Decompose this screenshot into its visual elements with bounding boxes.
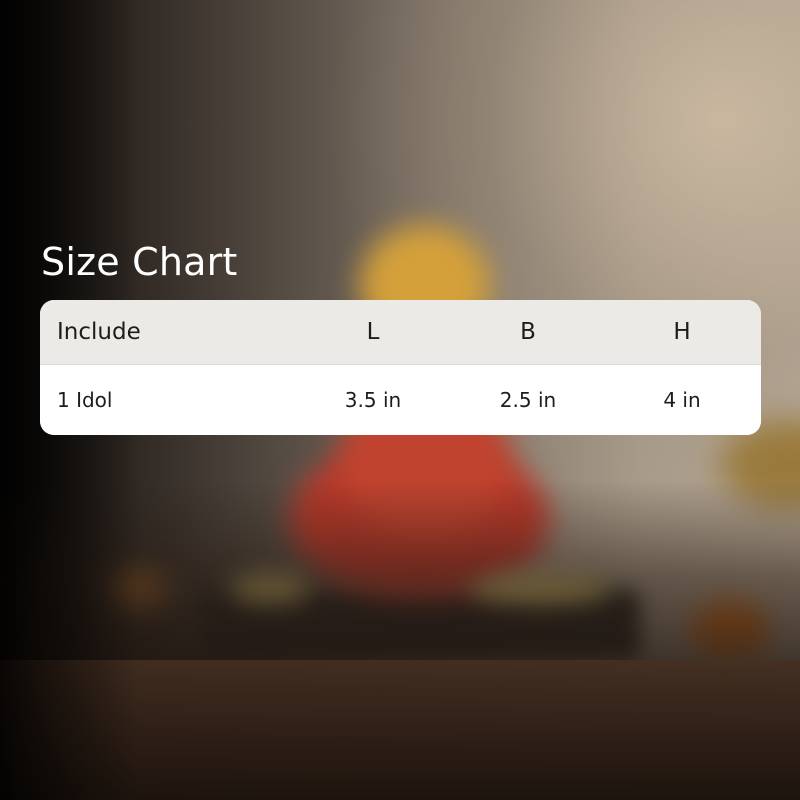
table-row: 1 Idol 3.5 in 2.5 in 4 in xyxy=(40,365,761,435)
column-header-breadth: B xyxy=(520,319,536,345)
column-header-include: Include xyxy=(57,319,141,345)
size-chart-title: Size Chart xyxy=(41,240,238,284)
size-chart-table: Include L B H 1 Idol 3.5 in 2.5 in 4 in xyxy=(40,300,761,435)
cell-height: 4 in xyxy=(663,388,701,412)
table-header-row: Include L B H xyxy=(40,300,761,365)
cell-include: 1 Idol xyxy=(57,388,113,412)
column-header-length: L xyxy=(366,319,380,345)
column-header-height: H xyxy=(673,319,691,345)
cell-length: 3.5 in xyxy=(344,388,402,412)
cell-breadth: 2.5 in xyxy=(499,388,557,412)
background-photo: Size Chart Include L B H 1 Idol 3.5 in 2… xyxy=(0,0,800,800)
